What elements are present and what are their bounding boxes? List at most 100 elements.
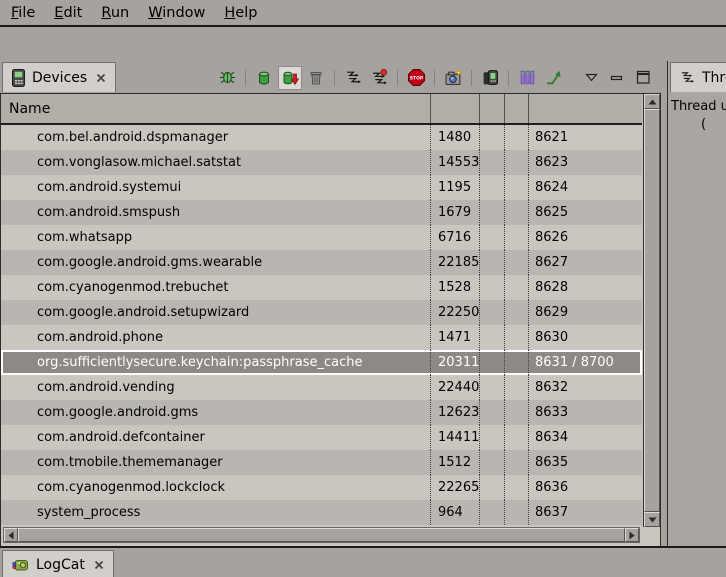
maximize-button[interactable] bbox=[631, 66, 655, 90]
horizontal-scroll-thumb[interactable] bbox=[18, 528, 625, 542]
table-row[interactable]: com.android.vending 22440 8632 bbox=[1, 375, 642, 400]
stop-process-button[interactable]: STOP bbox=[404, 66, 428, 90]
screen-capture-icon bbox=[445, 69, 462, 86]
opengl-trace-arrow-icon bbox=[545, 69, 562, 86]
screen-capture-button[interactable] bbox=[441, 66, 465, 90]
toolbar-separator bbox=[245, 70, 246, 86]
close-icon[interactable] bbox=[96, 73, 106, 83]
empty-cell bbox=[479, 300, 504, 325]
table-row[interactable]: com.whatsapp 6716 8626 bbox=[1, 225, 642, 250]
empty-cell bbox=[479, 400, 504, 425]
menu-file[interactable]: File bbox=[11, 5, 35, 21]
tab-devices[interactable]: Devices bbox=[2, 62, 116, 92]
maximize-icon bbox=[636, 70, 651, 85]
table-row[interactable]: com.android.systemui 1195 8624 bbox=[1, 175, 642, 200]
scroll-right-button[interactable] bbox=[625, 528, 639, 542]
thread-status-message-line1: Thread up bbox=[671, 99, 726, 114]
empty-cell bbox=[504, 450, 528, 475]
scroll-down-button[interactable] bbox=[644, 512, 660, 527]
scroll-left-button[interactable] bbox=[4, 528, 18, 542]
thread-status-message-line2: ( bbox=[701, 117, 706, 132]
column-header-port[interactable] bbox=[528, 94, 642, 123]
table-row[interactable]: com.google.android.gms 12623 8633 bbox=[1, 400, 642, 425]
process-table-body: com.bel.android.dspmanager 1480 8621 com… bbox=[1, 125, 642, 525]
empty-cell bbox=[479, 275, 504, 300]
dump-hprof-button[interactable] bbox=[278, 66, 302, 90]
table-row[interactable]: com.google.android.setupwizard 22250 862… bbox=[1, 300, 642, 325]
update-heap-icon bbox=[256, 70, 272, 86]
empty-cell bbox=[479, 250, 504, 275]
update-heap-button[interactable] bbox=[252, 66, 276, 90]
arrow-down-icon bbox=[648, 517, 657, 523]
reset-adb-button[interactable] bbox=[478, 66, 502, 90]
table-row[interactable]: org.sufficientlysecure.keychain:passphra… bbox=[1, 350, 642, 375]
column-header-name[interactable]: Name bbox=[1, 94, 430, 123]
close-icon[interactable] bbox=[94, 560, 104, 570]
column-header-empty1[interactable] bbox=[479, 94, 504, 123]
cause-gc-button[interactable] bbox=[304, 66, 328, 90]
debug-attach-button[interactable] bbox=[215, 66, 239, 90]
process-name: com.android.smspush bbox=[1, 200, 430, 225]
process-name: com.tmobile.thememanager bbox=[1, 450, 430, 475]
table-row[interactable]: com.vonglasow.michael.satstat 14553 8623 bbox=[1, 150, 642, 175]
menu-window[interactable]: Window bbox=[148, 5, 205, 21]
capture-tracks-button[interactable] bbox=[515, 66, 539, 90]
process-port: 8629 bbox=[528, 300, 642, 325]
process-port: 8621 bbox=[528, 125, 642, 150]
table-row[interactable]: com.cyanogenmod.lockclock 22265 8636 bbox=[1, 475, 642, 500]
empty-cell bbox=[479, 425, 504, 450]
table-row[interactable]: com.google.android.gms.wearable 22185 86… bbox=[1, 250, 642, 275]
column-header-empty2[interactable] bbox=[504, 94, 528, 123]
arrow-up-icon bbox=[648, 99, 657, 105]
process-name: com.cyanogenmod.lockclock bbox=[1, 475, 430, 500]
vertical-scrollbar[interactable] bbox=[643, 94, 660, 527]
view-menu-button[interactable] bbox=[579, 66, 603, 90]
table-row[interactable]: com.cyanogenmod.trebuchet 1528 8628 bbox=[1, 275, 642, 300]
process-name: com.vonglasow.michael.satstat bbox=[1, 150, 430, 175]
table-header: Name bbox=[1, 94, 642, 125]
table-row[interactable]: system_process 964 8637 bbox=[1, 500, 642, 525]
vertical-scroll-thumb[interactable] bbox=[644, 109, 660, 512]
process-port: 8628 bbox=[528, 275, 642, 300]
process-pid: 22185 bbox=[430, 250, 479, 275]
logcat-panel: LogCat bbox=[0, 546, 726, 577]
tab-logcat[interactable]: LogCat bbox=[2, 550, 114, 577]
table-row[interactable]: com.android.phone 1471 8630 bbox=[1, 325, 642, 350]
empty-cell bbox=[479, 325, 504, 350]
threads-icon bbox=[680, 70, 695, 85]
process-name: com.android.phone bbox=[1, 325, 430, 350]
tab-logcat-label: LogCat bbox=[36, 557, 85, 573]
table-row[interactable]: com.android.smspush 1679 8625 bbox=[1, 200, 642, 225]
process-port: 8636 bbox=[528, 475, 642, 500]
process-pid: 964 bbox=[430, 500, 479, 525]
scroll-up-button[interactable] bbox=[644, 94, 660, 109]
empty-cell bbox=[504, 350, 528, 375]
empty-cell bbox=[504, 425, 528, 450]
minimize-button[interactable] bbox=[605, 66, 629, 90]
menu-help[interactable]: Help bbox=[224, 5, 257, 21]
update-threads-button[interactable] bbox=[341, 66, 365, 90]
empty-cell bbox=[479, 350, 504, 375]
tab-threads[interactable]: Threads bbox=[670, 62, 726, 92]
view-menu-chevron-icon bbox=[585, 73, 598, 82]
toolbar-separator bbox=[334, 70, 335, 86]
empty-cell bbox=[504, 125, 528, 150]
column-header-pid[interactable] bbox=[430, 94, 479, 123]
table-row[interactable]: com.bel.android.dspmanager 1480 8621 bbox=[1, 125, 642, 150]
menu-run[interactable]: Run bbox=[101, 5, 129, 21]
table-row[interactable]: com.android.defcontainer 14411 8634 bbox=[1, 425, 642, 450]
empty-cell bbox=[479, 125, 504, 150]
horizontal-scrollbar[interactable] bbox=[3, 527, 640, 543]
menu-bar: File Edit Run Window Help bbox=[0, 0, 726, 27]
process-port: 8627 bbox=[528, 250, 642, 275]
start-method-profiling-button[interactable] bbox=[367, 66, 391, 90]
device-phone-icon bbox=[12, 69, 25, 87]
empty-cell bbox=[479, 450, 504, 475]
process-name: com.whatsapp bbox=[1, 225, 430, 250]
table-row[interactable]: com.tmobile.thememanager 1512 8635 bbox=[1, 450, 642, 475]
process-port: 8626 bbox=[528, 225, 642, 250]
menu-edit[interactable]: Edit bbox=[54, 5, 82, 21]
empty-cell bbox=[479, 200, 504, 225]
empty-cell bbox=[504, 150, 528, 175]
start-opengl-trace-button[interactable] bbox=[541, 66, 565, 90]
